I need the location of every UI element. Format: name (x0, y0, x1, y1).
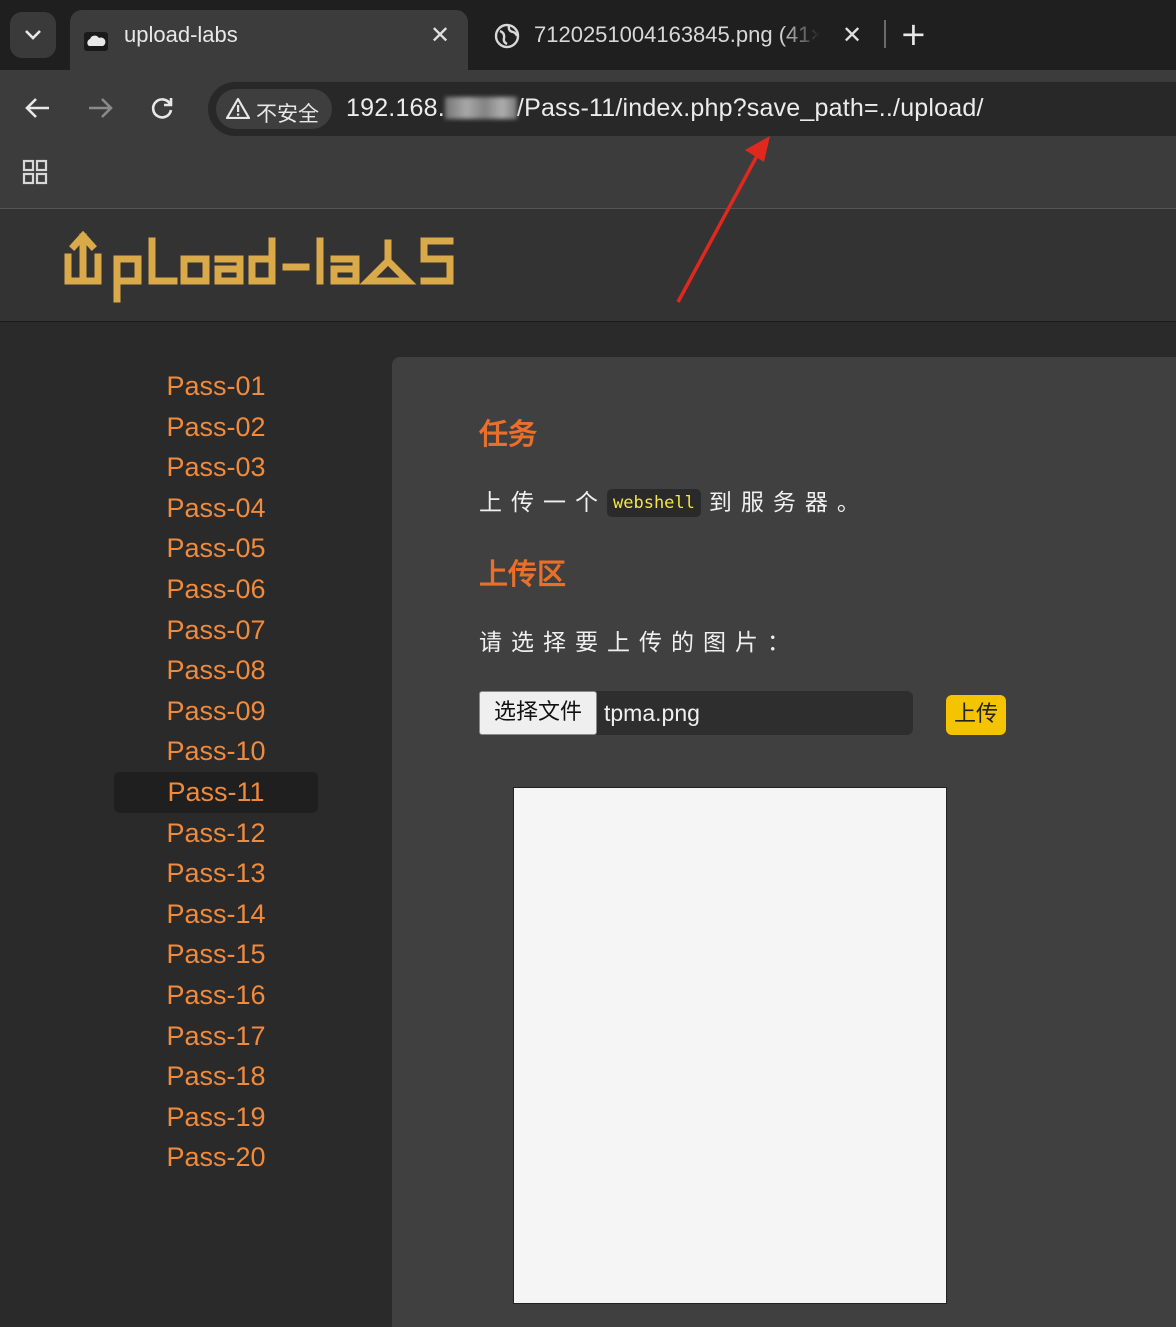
main-content: 任务 上传一个 webshell 到服务器。 上传区 请选择要上传的图片： 选择文件… (392, 357, 1176, 1327)
tab-close-icon[interactable]: ✕ (842, 21, 862, 49)
tab-strip: upload-labs ✕ 7120251004163845.png (41× … (0, 0, 1176, 70)
nav-item-pass-13[interactable]: Pass-13 (114, 853, 318, 894)
tab-image[interactable]: 7120251004163845.png (41× ✕ (480, 10, 880, 62)
upload-button[interactable]: 上传 (946, 695, 1006, 735)
redacted-ip (444, 97, 517, 119)
selected-file-name: tpma.png (604, 700, 700, 726)
tab-divider (884, 20, 886, 48)
nav-item-pass-11[interactable]: Pass-11 (114, 771, 318, 813)
address-bar[interactable]: 不安全 192.168. /Pass-11/index.php?save_path… (208, 82, 1176, 136)
security-label: 不安全 (256, 102, 319, 126)
image-preview (513, 787, 947, 1304)
back-button[interactable] (18, 88, 58, 128)
task-title: 任务 (479, 417, 538, 451)
nav-item-pass-03[interactable]: Pass-03 (114, 447, 318, 488)
nav-item-pass-04[interactable]: Pass-04 (114, 488, 318, 529)
warning-icon (226, 97, 250, 119)
nav-item-pass-06[interactable]: Pass-06 (114, 569, 318, 610)
nav-item-pass-02[interactable]: Pass-02 (114, 407, 318, 448)
url-path: /Pass-11/index.php?save_path=../upload/ (516, 94, 984, 122)
nav-item-pass-14[interactable]: Pass-14 (114, 894, 318, 935)
nav-item-pass-20[interactable]: Pass-20 (114, 1137, 318, 1178)
code-webshell: webshell (607, 489, 701, 517)
nav-item-pass-15[interactable]: Pass-15 (114, 934, 318, 975)
globe-icon (494, 23, 520, 49)
new-tab-button[interactable]: + (900, 14, 927, 54)
reload-icon (151, 98, 173, 119)
tab-close-icon[interactable]: ✕ (430, 21, 450, 49)
choose-file-button[interactable]: 选择文件 (479, 691, 597, 735)
nav-item-pass-12[interactable]: Pass-12 (114, 813, 318, 854)
upload-area-title: 上传区 (479, 557, 567, 591)
file-input[interactable]: 选择文件 tpma.png (479, 691, 913, 735)
arrow-left-icon (25, 98, 49, 118)
chevron-down-icon (25, 30, 41, 40)
tab-search-button[interactable] (10, 12, 56, 58)
nav-item-pass-19[interactable]: Pass-19 (114, 1097, 318, 1138)
cloud-favicon-icon (84, 32, 108, 51)
sidebar-nav: Pass-01 Pass-02 Pass-03 Pass-04 Pass-05 … (114, 366, 318, 1178)
url-text[interactable]: 192.168. /Pass-11/index.php?save_path=../… (346, 94, 984, 123)
bookmarks-bar (0, 146, 1176, 208)
upload-prompt: 请选择要上传的图片： (479, 630, 799, 656)
security-indicator[interactable]: 不安全 (216, 89, 332, 129)
arrow-right-icon (89, 98, 113, 118)
nav-item-pass-01[interactable]: Pass-01 (114, 366, 318, 407)
browser-toolbar: 不安全 192.168. /Pass-11/index.php?save_path… (0, 70, 1176, 146)
nav-item-pass-08[interactable]: Pass-08 (114, 650, 318, 691)
nav-item-pass-10[interactable]: Pass-10 (114, 731, 318, 772)
tab-title: upload-labs (124, 22, 238, 47)
forward-button[interactable] (80, 88, 120, 128)
nav-item-pass-09[interactable]: Pass-09 (114, 691, 318, 732)
reload-button[interactable] (142, 88, 182, 128)
site-header (0, 209, 1176, 321)
nav-item-pass-18[interactable]: Pass-18 (114, 1056, 318, 1097)
tab-upload-labs[interactable]: upload-labs ✕ (70, 10, 468, 70)
nav-item-pass-17[interactable]: Pass-17 (114, 1016, 318, 1057)
nav-item-pass-07[interactable]: Pass-07 (114, 610, 318, 651)
task-description: 上传一个 webshell 到服务器。 (479, 489, 869, 517)
nav-item-pass-05[interactable]: Pass-05 (114, 528, 318, 569)
upload-labs-logo[interactable] (62, 231, 458, 303)
page-body: Pass-01 Pass-02 Pass-03 Pass-04 Pass-05 … (0, 321, 1176, 1327)
nav-item-pass-16[interactable]: Pass-16 (114, 975, 318, 1016)
apps-grid-icon[interactable] (22, 159, 48, 185)
url-host: 192.168. (346, 94, 445, 122)
